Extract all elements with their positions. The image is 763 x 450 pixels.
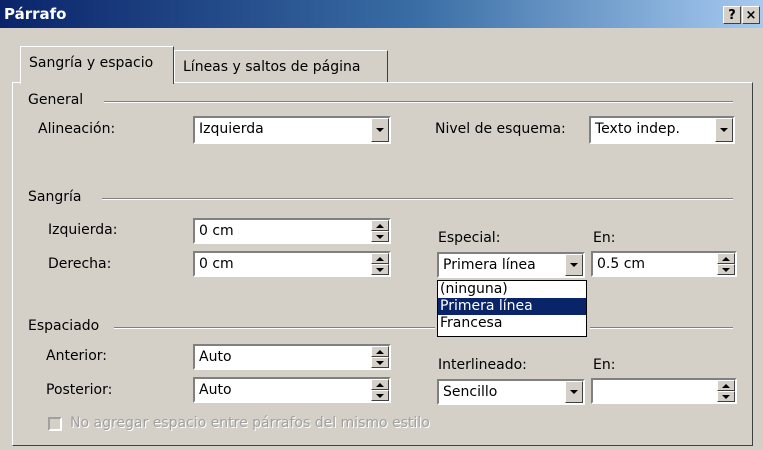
outline-level-label: Nivel de esquema: (435, 121, 566, 137)
section-divider (102, 198, 733, 200)
alignment-dropdown-button[interactable] (371, 118, 389, 142)
indent-left-spinner[interactable] (371, 220, 389, 242)
arrow-up-icon (722, 383, 730, 388)
arrow-up-icon (376, 349, 384, 354)
arrow-down-icon (376, 267, 384, 272)
spin-down-button[interactable] (717, 264, 735, 275)
spin-up-button[interactable] (371, 253, 389, 264)
indent-left-value: 0 cm (199, 223, 234, 239)
dropdown-option-primera-linea[interactable]: Primera línea (438, 298, 586, 315)
spacing-after-spinner[interactable] (371, 379, 389, 401)
outline-level-select[interactable]: Texto indep. (589, 116, 735, 144)
spacing-before-value: Auto (199, 349, 232, 365)
spin-down-button[interactable] (717, 391, 735, 402)
dropdown-option-francesa[interactable]: Francesa (438, 315, 586, 332)
tab-sangria-espacio[interactable]: Sangría y espacio (20, 46, 174, 84)
section-divider (114, 327, 435, 329)
spin-up-button[interactable] (717, 380, 735, 391)
indent-left-label: Izquierda: (48, 222, 118, 238)
spacing-after-value: Auto (199, 382, 232, 398)
tab-label: Sangría y espacio (29, 55, 154, 71)
arrow-up-icon (376, 256, 384, 261)
line-spacing-dropdown-button[interactable] (565, 381, 583, 403)
window-title: Párrafo (4, 5, 67, 23)
spin-down-button[interactable] (371, 390, 389, 401)
line-spacing-at-label: En: (593, 357, 616, 373)
special-value: Primera línea (443, 257, 536, 273)
chevron-down-icon (720, 128, 728, 132)
special-by-spinner[interactable] (717, 253, 735, 275)
alignment-value: Izquierda (199, 121, 264, 137)
indent-left-input[interactable]: 0 cm (193, 218, 391, 244)
outline-level-dropdown-button[interactable] (715, 118, 733, 142)
line-spacing-label: Interlineado: (438, 357, 527, 373)
spin-up-button[interactable] (371, 379, 389, 390)
indent-right-spinner[interactable] (371, 253, 389, 275)
arrow-up-icon (376, 223, 384, 228)
alignment-label: Alineación: (38, 121, 116, 137)
help-button[interactable]: ? (723, 6, 741, 24)
special-by-input[interactable]: 0.5 cm (591, 251, 737, 277)
indent-right-value: 0 cm (199, 256, 234, 272)
arrow-down-icon (376, 234, 384, 239)
outline-level-value: Texto indep. (595, 121, 680, 137)
special-by-value: 0.5 cm (597, 256, 646, 272)
spin-up-button[interactable] (717, 253, 735, 264)
section-divider (104, 101, 733, 103)
spacing-after-input[interactable]: Auto (193, 377, 391, 403)
arrow-up-icon (722, 256, 730, 261)
section-divider (590, 327, 733, 329)
spacing-before-input[interactable]: Auto (193, 344, 391, 370)
spin-down-button[interactable] (371, 231, 389, 242)
spin-down-button[interactable] (371, 357, 389, 368)
tab-lineas-saltos[interactable]: Líneas y saltos de página (174, 50, 388, 84)
dont-add-space-label: No agregar espacio entre párrafos del mi… (70, 415, 430, 431)
arrow-down-icon (376, 393, 384, 398)
line-spacing-select[interactable]: Sencillo (437, 379, 585, 405)
spacing-before-label: Anterior: (46, 348, 107, 364)
spacing-after-label: Posterior: (46, 382, 113, 398)
line-spacing-at-input[interactable] (591, 378, 737, 404)
dropdown-option-ninguna[interactable]: (ninguna) (438, 281, 586, 298)
arrow-up-icon (376, 382, 384, 387)
arrow-down-icon (722, 267, 730, 272)
section-sangria-title: Sangría (28, 189, 82, 205)
special-dropdown-list[interactable]: (ninguna) Primera línea Francesa (437, 280, 587, 337)
close-button[interactable]: × (742, 6, 760, 24)
spin-down-button[interactable] (371, 264, 389, 275)
line-spacing-at-spinner[interactable] (717, 380, 735, 402)
section-general-title: General (28, 92, 84, 108)
line-spacing-value: Sencillo (443, 384, 498, 400)
special-by-label: En: (593, 230, 616, 246)
dont-add-space-checkbox[interactable] (48, 417, 62, 431)
arrow-down-icon (722, 394, 730, 399)
special-label: Especial: (438, 230, 501, 246)
arrow-down-icon (376, 360, 384, 365)
close-icon: × (745, 8, 757, 23)
chevron-down-icon (376, 128, 384, 132)
section-espaciado-title: Espaciado (28, 318, 100, 334)
title-bar: Párrafo ? × (0, 0, 763, 28)
spacing-before-spinner[interactable] (371, 346, 389, 368)
indent-right-input[interactable]: 0 cm (193, 251, 391, 277)
tab-label: Líneas y saltos de página (183, 59, 361, 75)
indent-right-label: Derecha: (48, 256, 112, 272)
chevron-down-icon (570, 390, 578, 394)
chevron-down-icon (570, 263, 578, 267)
special-dropdown-button[interactable] (565, 254, 583, 276)
help-icon: ? (728, 8, 736, 23)
spin-up-button[interactable] (371, 220, 389, 231)
spin-up-button[interactable] (371, 346, 389, 357)
special-select[interactable]: Primera línea (437, 252, 585, 278)
alignment-select[interactable]: Izquierda (193, 116, 391, 144)
